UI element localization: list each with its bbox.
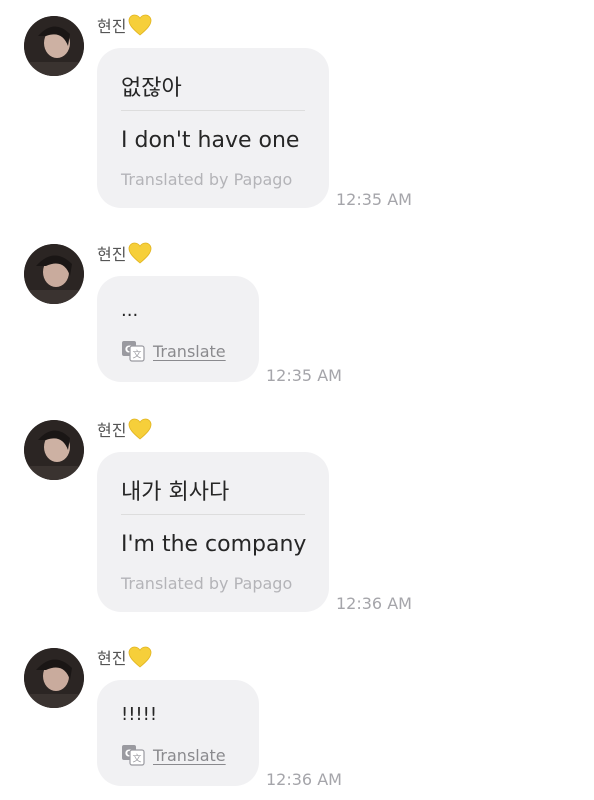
timestamp: 12:36 AM — [336, 594, 412, 613]
translate-action[interactable]: G文 Translate — [121, 744, 226, 766]
original-text: 내가 회사다 — [121, 480, 230, 505]
original-text: !!!!! — [121, 704, 158, 725]
sender-label: 현진 — [97, 649, 127, 668]
translation-credit: Translated by Papago — [121, 574, 293, 593]
sender-label: 현진 — [97, 17, 127, 36]
timestamp: 12:35 AM — [266, 366, 342, 385]
original-text: 없잖아 — [121, 76, 182, 101]
yellow-heart-icon — [129, 14, 152, 36]
avatar[interactable] — [24, 648, 84, 708]
avatar[interactable] — [24, 420, 84, 480]
message-bubble[interactable]: 내가 회사다 I'm the company Translated by Pap… — [97, 452, 329, 612]
timestamp: 12:36 AM — [266, 770, 342, 789]
translated-text: I'm the company — [121, 532, 307, 557]
timestamp: 12:35 AM — [336, 190, 412, 209]
yellow-heart-icon — [129, 646, 152, 668]
divider — [121, 514, 305, 515]
original-text: ... — [121, 300, 139, 321]
sender-name: 현진 — [97, 12, 152, 38]
translation-credit: Translated by Papago — [121, 170, 293, 189]
translate-icon: G文 — [122, 341, 145, 362]
svg-text:文: 文 — [132, 349, 141, 361]
yellow-heart-icon — [129, 242, 152, 264]
translate-link[interactable]: Translate — [153, 746, 226, 765]
sender-name: 현진 — [97, 240, 152, 266]
divider — [121, 110, 305, 111]
avatar[interactable] — [24, 244, 84, 304]
translate-action[interactable]: G文 Translate — [121, 340, 226, 362]
sender-name: 현진 — [97, 416, 152, 442]
message-bubble[interactable]: 없잖아 I don't have one Translated by Papag… — [97, 48, 329, 208]
message-bubble[interactable]: !!!!! G文 Translate — [97, 680, 259, 786]
translate-link[interactable]: Translate — [153, 342, 226, 361]
sender-name: 현진 — [97, 644, 152, 670]
svg-text:文: 文 — [132, 753, 141, 765]
yellow-heart-icon — [129, 418, 152, 440]
sender-label: 현진 — [97, 421, 127, 440]
message-bubble[interactable]: ... G文 Translate — [97, 276, 259, 382]
translated-text: I don't have one — [121, 128, 300, 153]
avatar[interactable] — [24, 16, 84, 76]
translate-icon: G文 — [122, 745, 145, 766]
sender-label: 현진 — [97, 245, 127, 264]
